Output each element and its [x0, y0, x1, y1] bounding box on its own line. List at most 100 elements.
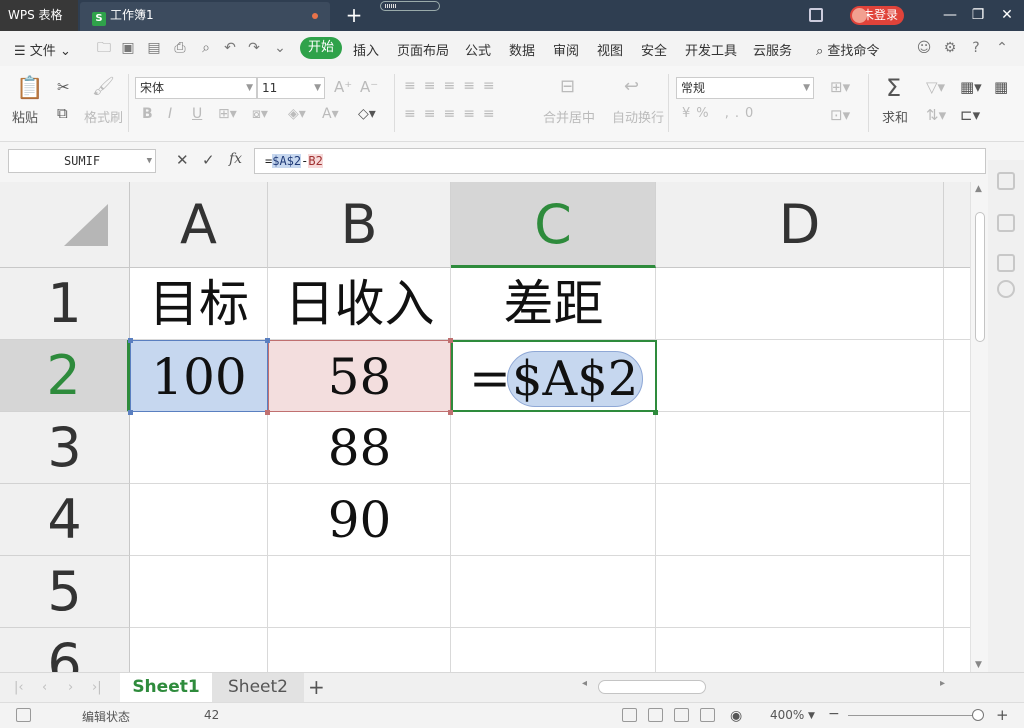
- cell-c1[interactable]: 差距: [451, 268, 656, 340]
- next-sheet-icon[interactable]: ›: [68, 680, 73, 695]
- vertical-scroll-thumb[interactable]: [975, 212, 985, 342]
- bold-icon[interactable]: B: [142, 106, 153, 122]
- app-tab[interactable]: WPS 表格: [0, 0, 78, 31]
- paste-icon[interactable]: 📋: [16, 76, 43, 101]
- zoom-slider-knob[interactable]: [972, 709, 984, 721]
- sort-icon[interactable]: ⇅▾: [926, 106, 946, 124]
- scroll-left-icon[interactable]: ◂: [582, 678, 587, 689]
- scroll-down-icon[interactable]: ▼: [975, 660, 982, 670]
- column-header-c[interactable]: C: [451, 182, 656, 268]
- font-name-select[interactable]: 宋体 ▼: [135, 77, 257, 99]
- menu-formula[interactable]: 公式: [465, 40, 491, 59]
- normal-view-icon[interactable]: [622, 708, 637, 722]
- file-menu[interactable]: ☰ 文件 ⌄: [14, 40, 71, 59]
- tablet-mode-icon[interactable]: [809, 8, 823, 22]
- table-style-icon[interactable]: ⊡▾: [830, 106, 850, 124]
- format-painter-icon[interactable]: 🖌: [92, 76, 115, 97]
- new-tab-button[interactable]: +: [344, 2, 364, 28]
- menu-view[interactable]: 视图: [597, 40, 623, 59]
- vertical-scrollbar[interactable]: ▲ ▼: [970, 182, 988, 672]
- horizontal-scroll-thumb[interactable]: [598, 680, 706, 694]
- menu-security[interactable]: 安全: [641, 40, 667, 59]
- confirm-check-icon[interactable]: ✓: [202, 151, 215, 169]
- select-all-corner[interactable]: [0, 182, 130, 268]
- add-sheet-button[interactable]: +: [308, 675, 325, 699]
- row-header-4[interactable]: 4: [0, 484, 130, 556]
- help-icon[interactable]: ?: [968, 40, 984, 56]
- wrap-text-icon[interactable]: ↩: [624, 76, 639, 97]
- merge-center-icon[interactable]: ⊟: [560, 76, 575, 97]
- formula-input[interactable]: =$A$2-B2: [254, 148, 986, 174]
- font-size-select[interactable]: 11 ▼: [257, 77, 325, 99]
- format-icon[interactable]: ▦▾: [960, 78, 982, 96]
- underline-icon[interactable]: U: [192, 106, 202, 122]
- range-handle[interactable]: [128, 410, 133, 415]
- prev-sheet-icon[interactable]: ‹: [42, 680, 47, 695]
- menu-data[interactable]: 数据: [509, 40, 535, 59]
- login-button[interactable]: 未登录: [850, 6, 904, 25]
- customize-chevron-icon[interactable]: ⌄: [272, 40, 288, 56]
- macro-icon[interactable]: [16, 708, 31, 722]
- settings-gear-icon[interactable]: ⚙: [942, 40, 958, 56]
- close-button[interactable]: ✕: [997, 5, 1017, 25]
- zoom-out-icon[interactable]: −: [828, 706, 840, 722]
- row-header-3[interactable]: 3: [0, 412, 130, 484]
- first-sheet-icon[interactable]: |‹: [14, 680, 24, 695]
- side-select-icon[interactable]: [997, 172, 1015, 190]
- page-view-icon[interactable]: [648, 708, 663, 722]
- open-folder-icon[interactable]: 🗀: [96, 40, 112, 56]
- sum-label[interactable]: 求和: [882, 107, 908, 126]
- zoom-level[interactable]: 400%: [770, 708, 804, 722]
- sum-icon[interactable]: Σ: [886, 74, 901, 102]
- menu-review[interactable]: 审阅: [553, 40, 579, 59]
- column-header-e[interactable]: [944, 182, 970, 268]
- reading-mode-icon[interactable]: [700, 708, 715, 722]
- cell-b2[interactable]: 58: [268, 340, 451, 412]
- collapse-ribbon-icon[interactable]: ⌃: [994, 40, 1010, 56]
- menu-cloud[interactable]: 云服务: [753, 40, 792, 59]
- row-header-5[interactable]: 5: [0, 556, 130, 628]
- cell-a2[interactable]: 100: [130, 340, 268, 412]
- cell-b3[interactable]: 88: [268, 412, 451, 484]
- redo-icon[interactable]: ↷: [246, 40, 262, 56]
- scroll-up-icon[interactable]: ▲: [975, 184, 982, 194]
- last-sheet-icon[interactable]: ›|: [92, 680, 102, 695]
- range-handle[interactable]: [128, 338, 133, 343]
- menu-page-layout[interactable]: 页面布局: [397, 40, 449, 59]
- row-header-1[interactable]: 1: [0, 268, 130, 340]
- cell-b4[interactable]: 90: [268, 484, 451, 556]
- page-break-icon[interactable]: [674, 708, 689, 722]
- zoom-chevron-down-icon[interactable]: ▼: [808, 711, 815, 721]
- save-icon[interactable]: ▣: [120, 40, 136, 56]
- cell-style-icon[interactable]: ⧇▾: [252, 106, 268, 122]
- tab-sheet2[interactable]: Sheet2: [212, 673, 304, 702]
- zoom-in-icon[interactable]: +: [996, 706, 1009, 724]
- print-preview-icon[interactable]: ⌕: [198, 40, 214, 56]
- feedback-icon[interactable]: ☺: [916, 40, 932, 56]
- restore-button[interactable]: ❐: [968, 5, 988, 25]
- cancel-icon[interactable]: ✕: [176, 151, 189, 169]
- name-box[interactable]: SUMIF ▼: [8, 149, 156, 173]
- clear-icon[interactable]: ◇▾: [358, 106, 376, 122]
- undo-icon[interactable]: ↶: [222, 40, 238, 56]
- zoom-slider[interactable]: [848, 709, 984, 721]
- fill-handle[interactable]: [653, 410, 658, 415]
- border-icon[interactable]: ⊞▾: [218, 106, 237, 122]
- cell-a1[interactable]: 目标: [130, 268, 268, 340]
- vertical-align-icons[interactable]: ≡≡≡≡≡: [404, 78, 503, 94]
- format-painter-label[interactable]: 格式刷: [84, 107, 123, 126]
- row-header-2[interactable]: 2: [0, 340, 130, 412]
- side-link-icon[interactable]: [997, 254, 1015, 272]
- print-icon[interactable]: ⎙: [172, 40, 188, 56]
- decrease-font-icon[interactable]: A⁻: [360, 78, 378, 96]
- range-handle[interactable]: [448, 338, 453, 343]
- worksheet-icon[interactable]: ▦: [994, 78, 1008, 96]
- number-format-select[interactable]: 常规 ▼: [676, 77, 814, 99]
- tab-sheet1[interactable]: Sheet1: [120, 673, 212, 702]
- search-command[interactable]: ⌕ 查找命令: [816, 40, 879, 59]
- spreadsheet-grid[interactable]: A B C D 1 2 3 4 5 6 目标 日收入 差距 100 58 = $…: [0, 182, 970, 672]
- conditional-format-icon[interactable]: ⊞▾: [830, 78, 850, 96]
- document-tab[interactable]: S 工作簿1: [80, 2, 330, 31]
- menu-start[interactable]: 开始: [300, 37, 342, 59]
- number-format-icons[interactable]: ¥% ,.0: [682, 106, 759, 121]
